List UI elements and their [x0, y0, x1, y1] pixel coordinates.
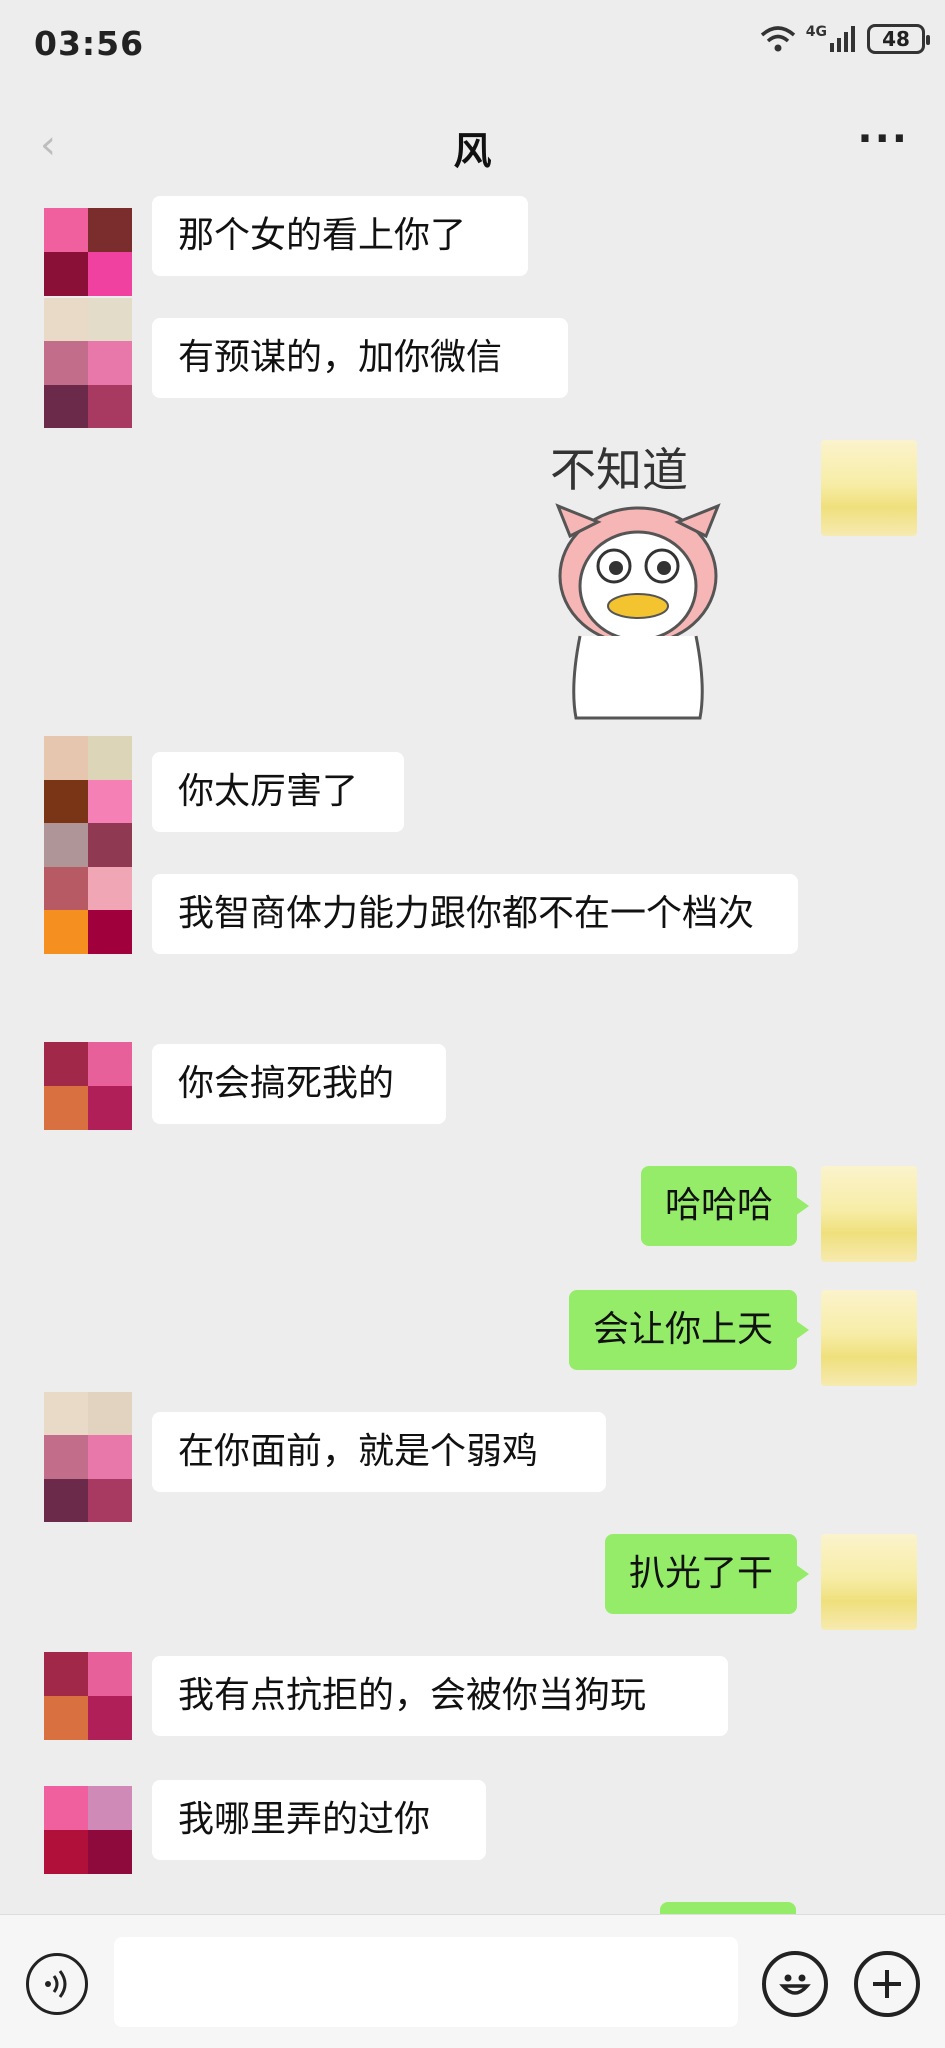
signal-icon — [830, 26, 855, 52]
more-options-icon[interactable]: ··· — [857, 116, 909, 162]
my-avatar[interactable] — [821, 440, 917, 536]
battery-icon: 48 — [867, 24, 930, 54]
chat-title: 风 — [453, 129, 492, 173]
avatar[interactable] — [44, 1042, 132, 1130]
message-bubble[interactable]: 哈哈哈 — [640, 1166, 810, 1246]
message-bubble[interactable]: 我智商体力能力跟你都不在一个档次 — [152, 874, 798, 954]
avatar[interactable] — [44, 208, 132, 296]
voice-wave-icon — [45, 1970, 67, 1998]
message-bubble[interactable]: 扒光了干 — [604, 1534, 810, 1614]
message-bubble[interactable]: 有预谋的，加你微信 — [152, 318, 568, 398]
message-bubble[interactable]: 我有点抗拒的，会被你当狗玩 — [152, 1656, 728, 1736]
avatar[interactable] — [44, 298, 132, 428]
avatar[interactable] — [44, 1786, 132, 1874]
message-input[interactable] — [114, 1937, 738, 2027]
my-avatar[interactable] — [821, 1290, 917, 1386]
my-avatar[interactable] — [821, 1166, 917, 1262]
duck-sticker-icon: 不知道 — [550, 443, 721, 720]
smiley-icon — [779, 1974, 811, 1995]
status-icons: 4G 48 — [760, 24, 930, 54]
chat-header: ‹ 风 ··· — [0, 100, 945, 205]
voice-icon[interactable] — [26, 1953, 88, 2015]
message-bubble[interactable]: 你会搞死我的 — [152, 1044, 446, 1124]
avatar[interactable] — [44, 736, 132, 954]
avatar[interactable] — [44, 1392, 132, 1522]
wifi-icon — [760, 26, 795, 52]
input-bar — [0, 1914, 945, 2048]
sticker-text: 不知道 — [550, 443, 688, 497]
message-bubble[interactable]: 你太厉害了 — [152, 752, 404, 832]
message-bubble[interactable]: 会让你上天 — [568, 1290, 810, 1370]
my-avatar[interactable] — [821, 1534, 917, 1630]
status-bar: 03:56 4G 48 — [0, 0, 945, 90]
add-icon — [873, 1970, 901, 1998]
message-bubble[interactable]: 我哪里弄的过你 — [152, 1780, 486, 1860]
message-bubble[interactable]: 在你面前，就是个弱鸡 — [152, 1412, 606, 1492]
network-type: 4G — [805, 24, 827, 40]
sticker[interactable]: 不知道 — [540, 436, 770, 726]
message-bubble[interactable]: 那个女的看上你了 — [152, 196, 528, 276]
emoji-icon[interactable] — [762, 1951, 828, 2017]
plus-icon[interactable] — [854, 1951, 920, 2017]
status-time: 03:56 — [34, 24, 145, 63]
avatar[interactable] — [44, 1652, 132, 1740]
partial-message-bubble — [660, 1902, 796, 1914]
